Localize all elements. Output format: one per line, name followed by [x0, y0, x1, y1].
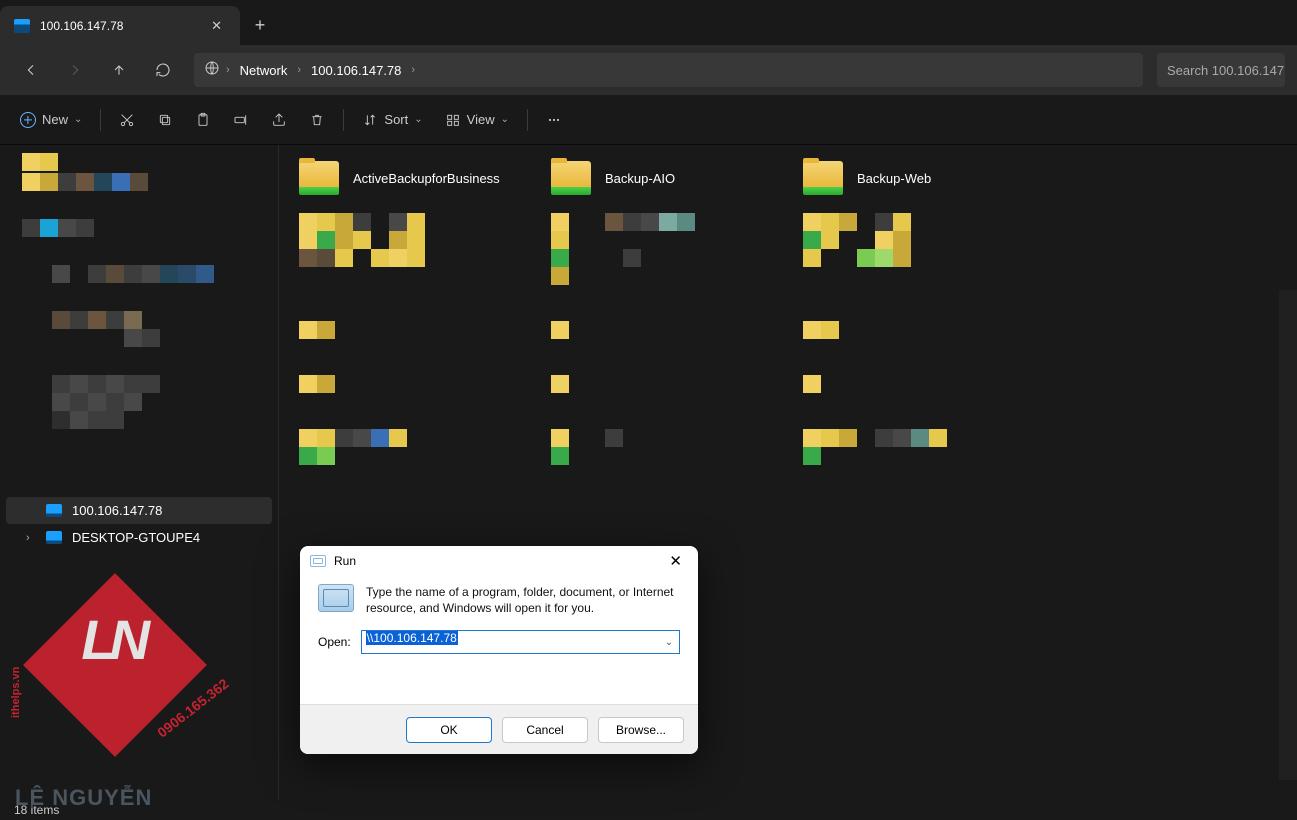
- breadcrumb-host[interactable]: 100.106.147.78: [307, 61, 405, 80]
- chevron-down-icon: ⌄: [74, 114, 82, 125]
- tab-active[interactable]: 100.106.147.78 ✕: [0, 6, 240, 45]
- monitor-icon: [14, 19, 30, 33]
- run-dialog-buttons: OK Cancel Browse...: [300, 704, 698, 754]
- folder-item[interactable]: Backup-AIO: [551, 155, 803, 201]
- new-button[interactable]: New ⌄: [10, 103, 92, 137]
- navigation-sidebar: 100.106.147.78 › DESKTOP-GTOUPE4: [0, 145, 278, 800]
- monitor-icon: [46, 531, 62, 544]
- run-open-label: Open:: [318, 635, 351, 649]
- monitor-icon: [46, 504, 62, 517]
- redacted-row: [299, 309, 1277, 363]
- sort-button[interactable]: Sort ⌄: [352, 103, 432, 137]
- sidebar-item-label: DESKTOP-GTOUPE4: [72, 530, 200, 545]
- folder-item[interactable]: Backup-Web: [803, 155, 1055, 201]
- network-folder-icon: [299, 161, 339, 195]
- chevron-right-icon: ›: [226, 64, 230, 76]
- close-icon[interactable]: ✕: [663, 550, 688, 572]
- chevron-right-icon: ›: [26, 532, 36, 544]
- folder-label: Backup-AIO: [605, 171, 675, 186]
- run-open-input[interactable]: \\100.106.147.78: [361, 630, 680, 654]
- run-dialog-description: Type the name of a program, folder, docu…: [366, 584, 680, 616]
- address-bar[interactable]: › Network › 100.106.147.78 ›: [194, 53, 1143, 87]
- watermark-brand: LÊ NGUYỄN: [15, 785, 152, 811]
- sidebar-group-redacted: [0, 265, 278, 283]
- navigation-bar: › Network › 100.106.147.78 › Search 100.…: [0, 45, 1297, 95]
- window-titlebar: 100.106.147.78 ✕ +: [0, 0, 1297, 45]
- run-dialog-titlebar[interactable]: Run ✕: [300, 546, 698, 576]
- refresh-button[interactable]: [144, 52, 182, 88]
- view-label: View: [467, 112, 495, 127]
- run-dialog: Run ✕ Type the name of a program, folder…: [300, 546, 698, 754]
- redacted-row: [299, 363, 1277, 417]
- view-button[interactable]: View ⌄: [435, 103, 519, 137]
- chevron-right-icon: ›: [297, 64, 301, 76]
- delete-button[interactable]: [299, 103, 335, 137]
- browse-button[interactable]: Browse...: [598, 717, 684, 743]
- folder-row: ActiveBackupforBusiness Backup-AIO Backu…: [299, 155, 1277, 201]
- run-icon: [310, 555, 326, 567]
- back-button[interactable]: [12, 52, 50, 88]
- watermark-url: ithelps.vn: [10, 667, 22, 718]
- search-placeholder: Search 100.106.147.: [1167, 63, 1285, 78]
- run-open-combobox[interactable]: \\100.106.147.78 ⌄: [361, 630, 680, 654]
- folder-label: ActiveBackupforBusiness: [353, 171, 500, 186]
- run-dialog-body: Type the name of a program, folder, docu…: [300, 576, 698, 704]
- cut-button[interactable]: [109, 103, 145, 137]
- sidebar-item-network-host[interactable]: 100.106.147.78: [6, 497, 272, 524]
- globe-icon: [204, 60, 220, 81]
- network-folder-icon: [551, 161, 591, 195]
- redacted-row: [299, 201, 1277, 309]
- command-toolbar: New ⌄ Sort ⌄ View ⌄: [0, 95, 1297, 145]
- details-panel-collapsed[interactable]: [1279, 290, 1297, 780]
- paste-button[interactable]: [185, 103, 221, 137]
- chevron-down-icon: ⌄: [501, 114, 509, 125]
- cancel-button[interactable]: Cancel: [502, 717, 588, 743]
- network-folder-icon: [803, 161, 843, 195]
- up-button[interactable]: [100, 52, 138, 88]
- tab-title: 100.106.147.78: [40, 19, 197, 33]
- sidebar-item-network-desktop[interactable]: › DESKTOP-GTOUPE4: [0, 524, 278, 551]
- search-input[interactable]: Search 100.106.147.: [1157, 53, 1285, 87]
- share-button[interactable]: [261, 103, 297, 137]
- sidebar-group-redacted: [0, 153, 278, 191]
- ok-button[interactable]: OK: [406, 717, 492, 743]
- chevron-right-icon: ›: [411, 64, 415, 76]
- chevron-down-icon: ⌄: [414, 114, 422, 125]
- status-bar: 18 items: [0, 800, 1297, 820]
- sort-label: Sort: [384, 112, 408, 127]
- toolbar-separator: [343, 109, 344, 131]
- plus-icon: +: [255, 15, 266, 36]
- sidebar-group-redacted: [0, 311, 278, 347]
- more-button[interactable]: [536, 103, 572, 137]
- chevron-down-icon[interactable]: ⌄: [660, 632, 678, 652]
- sidebar-group-redacted: [0, 375, 278, 429]
- folder-label: Backup-Web: [857, 171, 931, 186]
- toolbar-separator: [100, 109, 101, 131]
- sidebar-item-label: 100.106.147.78: [72, 503, 162, 518]
- breadcrumb-network[interactable]: Network: [236, 61, 292, 80]
- sidebar-group-redacted: [0, 219, 278, 237]
- run-input-value: \\100.106.147.78: [366, 631, 458, 645]
- run-program-icon: [318, 584, 354, 612]
- copy-button[interactable]: [147, 103, 183, 137]
- rename-button[interactable]: [223, 103, 259, 137]
- forward-button[interactable]: [56, 52, 94, 88]
- toolbar-separator: [527, 109, 528, 131]
- new-tab-button[interactable]: +: [240, 6, 280, 45]
- redacted-row: [299, 417, 1277, 489]
- plus-circle-icon: [20, 112, 36, 128]
- new-label: New: [42, 112, 68, 127]
- run-dialog-title: Run: [334, 554, 356, 568]
- close-icon[interactable]: ✕: [207, 16, 226, 36]
- folder-item[interactable]: ActiveBackupforBusiness: [299, 155, 551, 201]
